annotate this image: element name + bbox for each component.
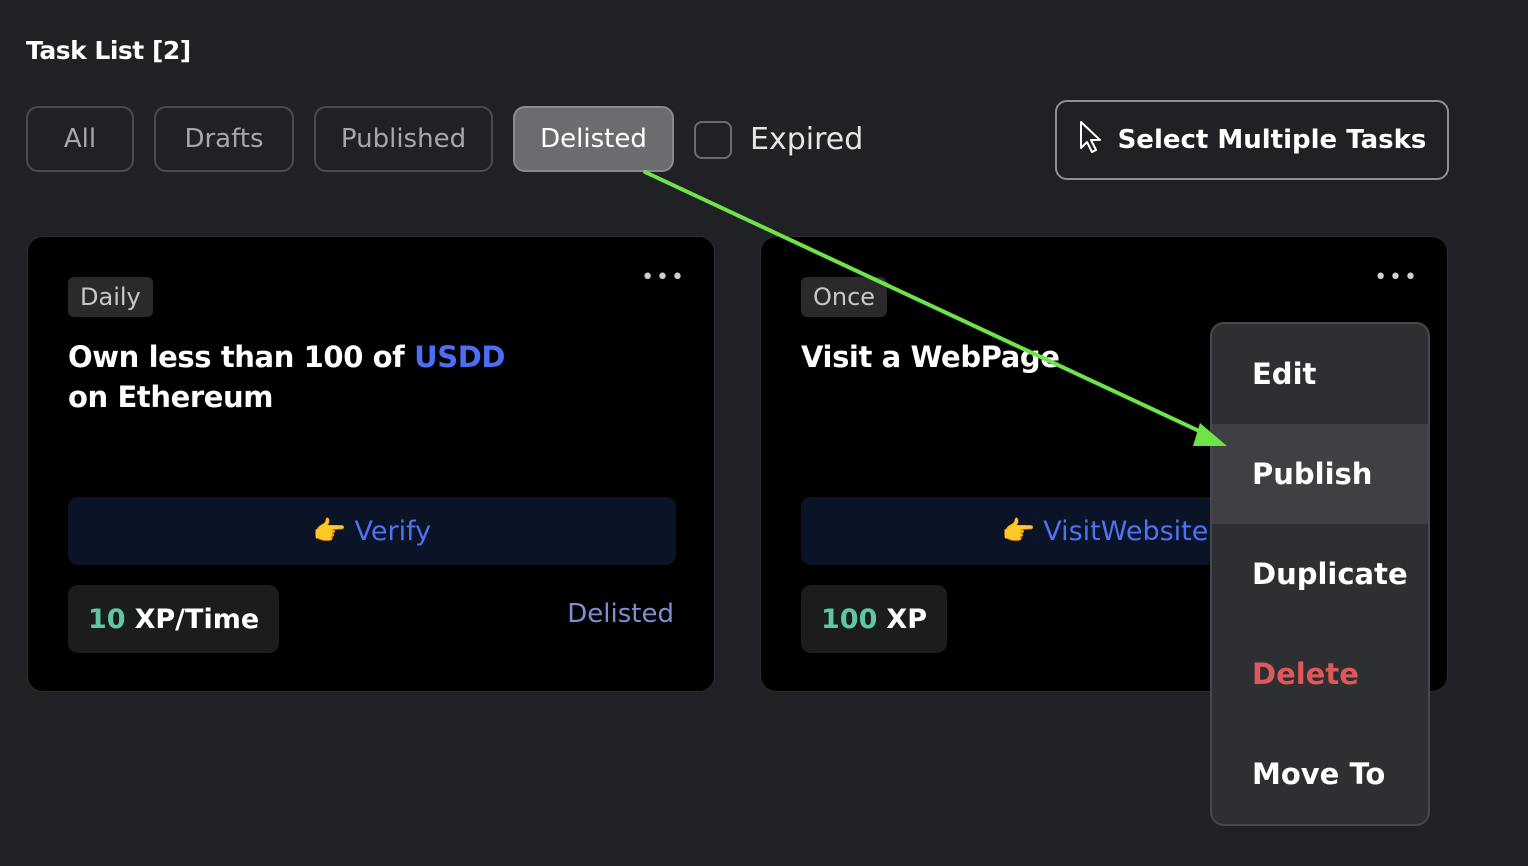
menu-item-edit[interactable]: Edit (1212, 324, 1428, 424)
menu-item-delete[interactable]: Delete (1212, 624, 1428, 724)
select-multiple-tasks-button[interactable]: Select Multiple Tasks (1055, 100, 1449, 180)
action-label: VisitWebsite (1043, 515, 1209, 547)
frequency-badge: Daily (68, 277, 153, 317)
menu-item-move-to[interactable]: Move To (1212, 724, 1428, 824)
cursor-arrow-icon (1078, 120, 1104, 161)
action-label: Verify (354, 515, 432, 547)
xp-unit: XP (886, 603, 927, 635)
verify-button[interactable]: 👉 Verify (68, 497, 676, 565)
tab-published[interactable]: Published (314, 106, 493, 172)
more-options-icon[interactable]: ••• (641, 265, 686, 290)
more-options-icon[interactable]: ••• (1374, 265, 1419, 290)
frequency-badge: Once (801, 277, 888, 317)
xp-value: 100 (821, 603, 878, 635)
menu-item-duplicate[interactable]: Duplicate (1212, 524, 1428, 624)
xp-reward: 10 XP/Time (68, 585, 280, 653)
xp-value: 10 (88, 603, 126, 635)
expired-checkbox[interactable] (694, 121, 732, 159)
menu-item-publish[interactable]: Publish (1212, 424, 1428, 524)
token-link[interactable]: USDD (414, 340, 505, 374)
task-title: Visit a WebPage (801, 340, 1060, 374)
expired-label[interactable]: Expired (750, 121, 863, 159)
pointing-hand-icon: 👉 (312, 516, 347, 547)
task-title: Own less than 100 of USDD on Ethereum (68, 340, 506, 414)
task-card[interactable]: Daily ••• Own less than 100 of USDD on E… (27, 236, 715, 692)
tab-drafts[interactable]: Drafts (154, 106, 294, 172)
context-menu: Edit Publish Duplicate Delete Move To (1210, 322, 1430, 826)
page-title: Task List [2] (26, 36, 191, 65)
xp-unit: XP/Time (134, 603, 260, 635)
status-badge: Delisted (567, 599, 674, 629)
tab-delisted[interactable]: Delisted (513, 106, 674, 172)
xp-reward: 100 XP (801, 585, 947, 653)
select-multiple-label: Select Multiple Tasks (1117, 125, 1427, 155)
tab-all[interactable]: All (26, 106, 134, 172)
pointing-hand-icon: 👉 (1001, 516, 1036, 547)
